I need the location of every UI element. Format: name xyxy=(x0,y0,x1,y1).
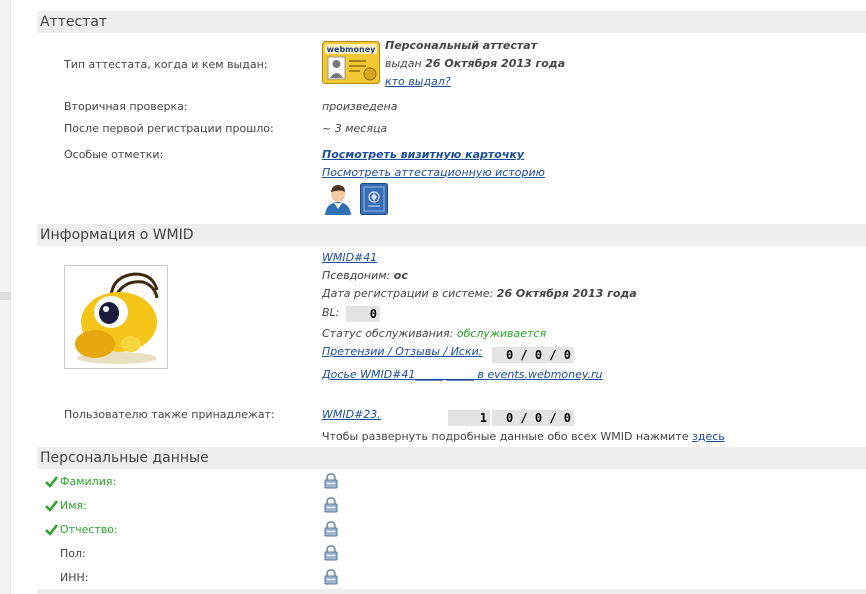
next-section-header-edge xyxy=(37,589,866,594)
personal-field-label: Имя: xyxy=(60,499,87,512)
expand-all-link[interactable]: здесь xyxy=(692,430,725,443)
since-registration-label: После первой регистрации прошло: xyxy=(64,122,274,135)
secondary-check-value: произведена xyxy=(322,100,398,113)
attestat-history-row: Посмотреть аттестационную историю xyxy=(322,166,545,179)
also-owned-wmid-link[interactable]: WMID#23. xyxy=(322,408,381,421)
attestat-history-link[interactable]: Посмотреть аттестационную историю xyxy=(322,166,545,179)
user-icon[interactable] xyxy=(323,183,353,215)
ant-mascot-icon xyxy=(75,272,159,364)
passport-icon[interactable] xyxy=(360,183,388,215)
check-icon xyxy=(45,476,58,491)
issuer-link[interactable]: кто выдал? xyxy=(385,75,451,88)
bl-row: BL: xyxy=(322,306,340,319)
service-status-row: Статус обслуживания: обслуживается xyxy=(322,327,547,340)
secondary-check-label: Вторичная проверка: xyxy=(64,100,188,113)
lock-icon xyxy=(324,473,338,492)
attestat-type-label: Тип аттестата, когда и кем выдан: xyxy=(64,58,268,71)
lock-icon xyxy=(324,569,338,588)
lock-icon xyxy=(324,521,338,540)
avatar xyxy=(64,265,168,369)
section-header-attestat: Аттестат xyxy=(37,11,866,33)
section-header-personal: Персональные данные xyxy=(37,447,866,469)
wmid-row: WMID#41 xyxy=(322,251,377,264)
personal-field-label: ИНН: xyxy=(60,571,89,584)
bl-counter: 0 xyxy=(346,306,380,322)
lock-icon xyxy=(324,545,338,564)
personal-field-label: Фамилия: xyxy=(60,475,117,488)
claims-link[interactable]: Претензии / Отзывы / Иски: xyxy=(322,345,482,358)
claims-row: Претензии / Отзывы / Иски: xyxy=(322,345,482,358)
also-owned-claims-counter: 0 / 0 / 0 xyxy=(492,410,574,426)
left-divider xyxy=(10,0,11,594)
claims-counter: 0 / 0 / 0 xyxy=(492,347,574,363)
personal-field-label: Пол: xyxy=(60,547,86,560)
left-gutter-marker xyxy=(0,292,10,300)
nickname-row: Псевдоним: ос xyxy=(322,269,408,282)
business-card-row: Посмотреть визитную карточку xyxy=(322,148,524,161)
registration-date-row: Дата регистрации в системе: 26 Октября 2… xyxy=(322,287,637,300)
check-icon xyxy=(45,500,58,515)
wmid-link[interactable]: WMID#41 xyxy=(322,251,377,264)
also-owned-label: Пользователю также принадлежат: xyxy=(64,408,275,421)
personal-field-label: Отчество: xyxy=(60,523,118,536)
personal-certificate-icon: webmoney xyxy=(322,41,380,84)
since-registration-value: ~ 3 месяца xyxy=(322,122,388,135)
section-header-wmid: Информация о WMID xyxy=(37,224,866,246)
certificate-issuer: кто выдал? xyxy=(385,75,451,88)
expand-all-row: Чтобы развернуть подробные данные обо вс… xyxy=(322,430,725,443)
dossier-row: Досье WMID#41_____ _____ в events.webmon… xyxy=(322,368,603,381)
certificate-name: Персональный аттестат xyxy=(385,39,538,52)
business-card-link[interactable]: Посмотреть визитную карточку xyxy=(322,148,524,161)
svg-text:webmoney: webmoney xyxy=(327,45,376,54)
dossier-link[interactable]: Досье WMID#41_____ _____ в events.webmon… xyxy=(322,368,603,381)
also-owned-row: WMID#23. xyxy=(322,408,381,421)
also-owned-bl-counter: 1 xyxy=(448,410,490,426)
certificate-issued: выдан 26 Октября 2013 года xyxy=(385,57,566,70)
lock-icon xyxy=(324,497,338,516)
special-marks-label: Особые отметки: xyxy=(64,148,164,161)
check-icon xyxy=(45,524,58,539)
